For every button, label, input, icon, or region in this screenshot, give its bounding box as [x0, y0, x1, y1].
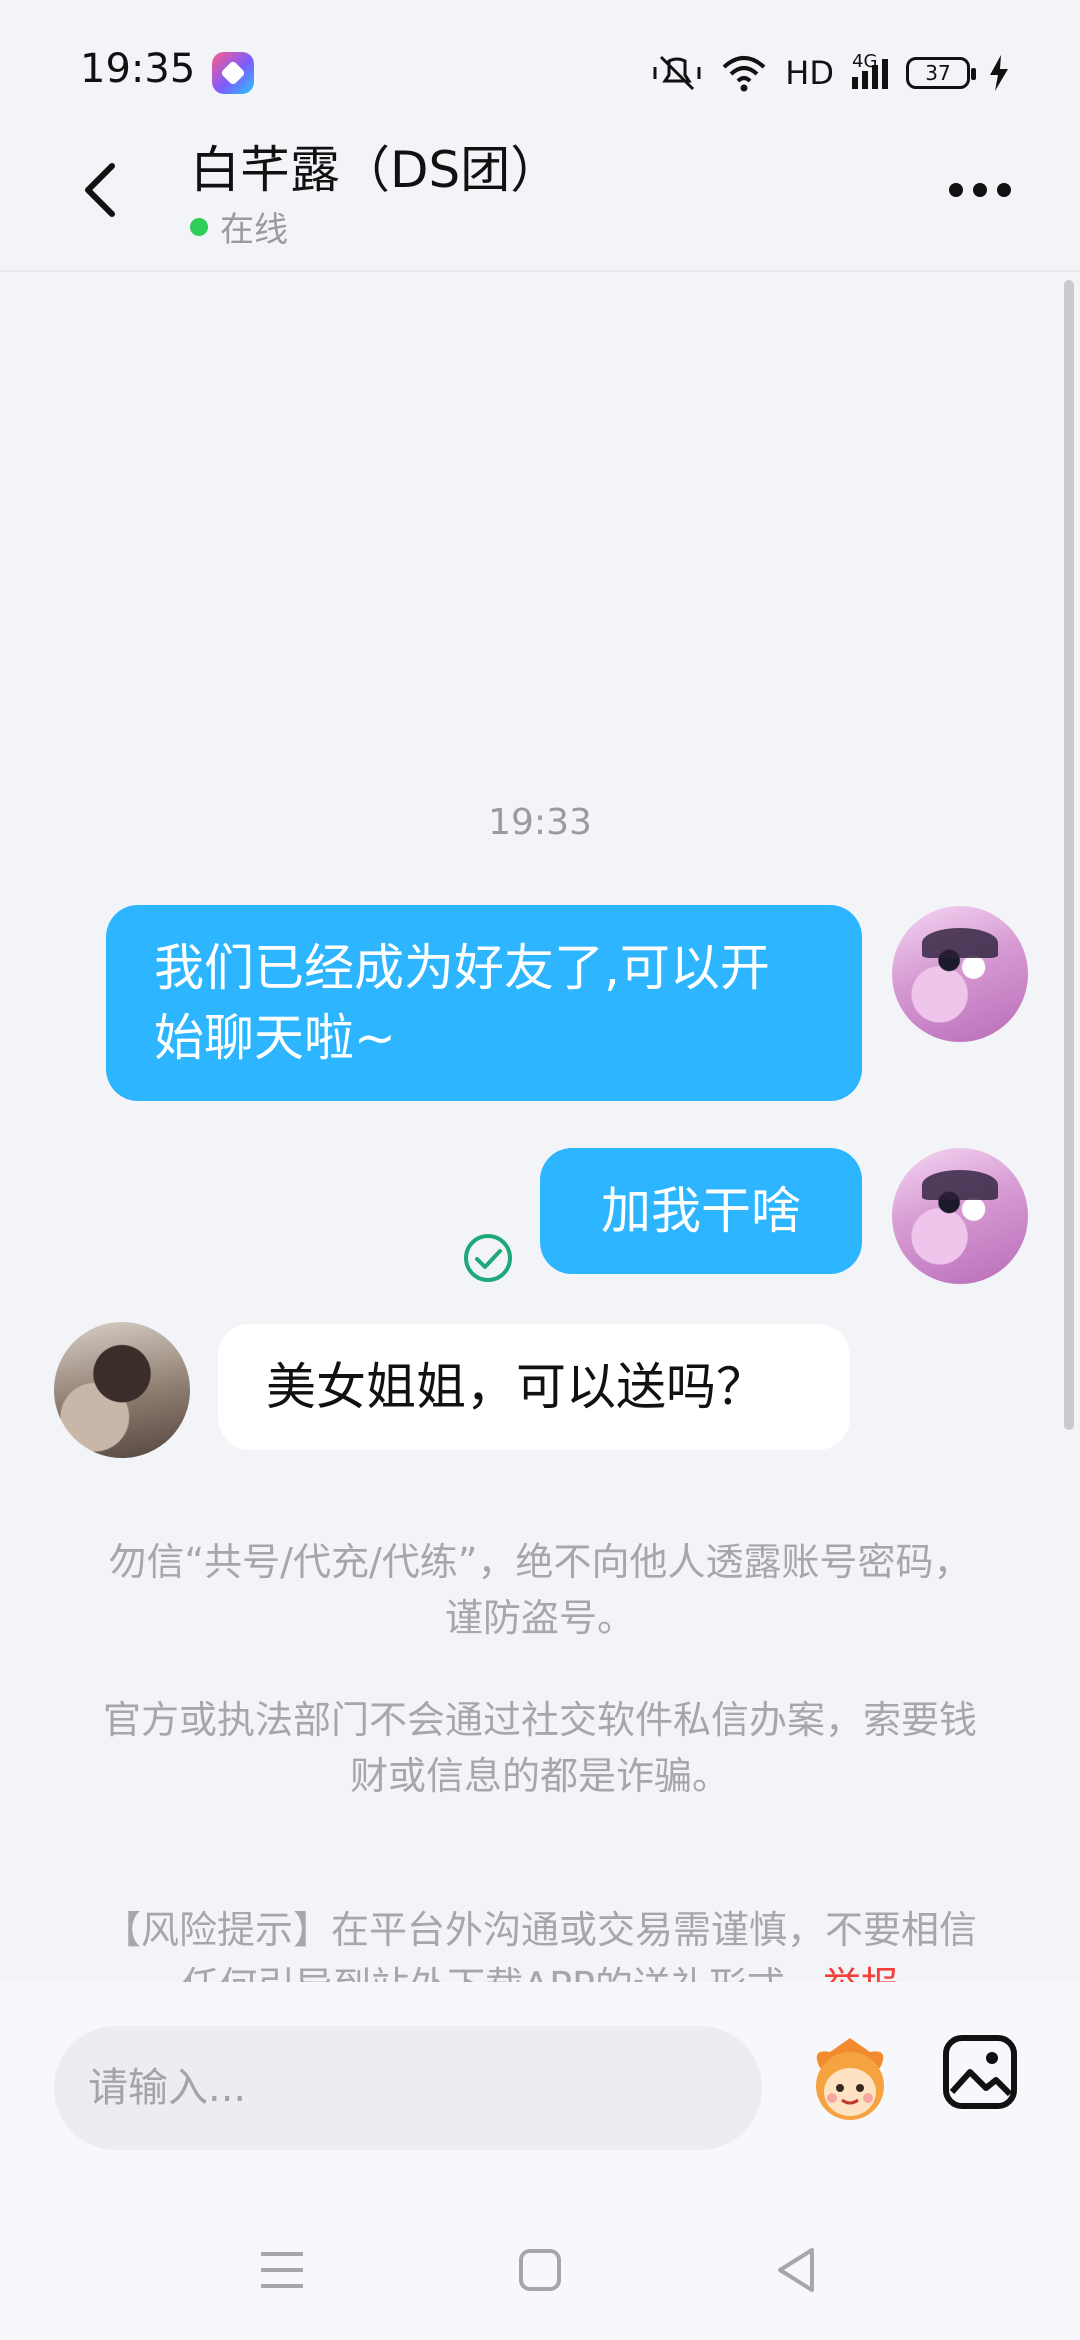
message-timestamp: 19:33	[488, 802, 592, 843]
contact-avatar[interactable]	[54, 1322, 190, 1458]
home-square-icon	[519, 2249, 561, 2291]
safety-notice: 勿信“共号/代充/代练”，绝不向他人透露账号密码，谨防盗号。	[108, 1540, 972, 1640]
signal-label: 4G	[852, 51, 878, 72]
scrollbar[interactable]	[1064, 280, 1074, 1430]
online-dot-icon	[190, 217, 208, 236]
network-label: HD	[785, 54, 834, 92]
menu-lines-icon	[261, 2252, 303, 2288]
mute-icon	[653, 55, 701, 91]
message-text: 加我干啥	[601, 1182, 801, 1240]
safety-notice: 官方或执法部门不会通过社交软件私信办案，索要钱财或信息的都是诈骗。	[102, 1698, 977, 1798]
report-link[interactable]: 举报	[823, 1964, 899, 1982]
wifi-icon	[722, 56, 766, 92]
battery-level: 37	[925, 61, 951, 85]
message-bubble-received[interactable]: 美女姐姐，可以送吗？	[218, 1324, 850, 1450]
chat-header: 白芊露（DS团） 在线	[0, 120, 1080, 270]
back-button[interactable]	[60, 150, 140, 230]
online-status-label: 在线	[220, 210, 288, 250]
message-input[interactable]	[54, 2026, 762, 2150]
my-avatar[interactable]	[892, 1148, 1028, 1284]
input-bar	[0, 1982, 1080, 2160]
charging-icon	[990, 55, 1008, 91]
status-time: 19:35	[80, 46, 196, 92]
back-arrow-icon	[85, 163, 115, 217]
system-nav-bar	[0, 2160, 1080, 2340]
more-dots-icon	[949, 183, 1011, 197]
image-picker-icon[interactable]	[942, 2034, 1018, 2110]
signal-icon: 4G	[852, 51, 888, 89]
read-receipt-icon	[464, 1234, 512, 1282]
message-list[interactable]: 19:33 我们已经成为好友了,可以开始聊天啦~ 加我干啥 美女姐姐，可以送吗？…	[0, 272, 1080, 1982]
message-text: 美女姐姐，可以送吗？	[266, 1358, 766, 1416]
status-indicators: HD 4G 37	[651, 50, 1010, 96]
more-options-button[interactable]	[940, 160, 1020, 220]
message-bubble-sent[interactable]: 我们已经成为好友了,可以开始聊天啦~	[106, 905, 862, 1101]
message-bubble-sent[interactable]: 加我干啥	[540, 1148, 862, 1274]
system-back-button[interactable]	[766, 2240, 826, 2300]
risk-notice: 【风险提示】在平台外沟通或交易需谨慎，不要相信任何引导到站外下载APP的送礼形式…	[100, 1902, 980, 1982]
back-triangle-icon	[778, 2248, 814, 2292]
home-button[interactable]	[510, 2240, 570, 2300]
battery-icon: 37	[906, 57, 976, 89]
sticker-mascot-icon[interactable]	[800, 2030, 900, 2130]
my-avatar[interactable]	[892, 906, 1028, 1042]
contact-name: 白芊露（DS团）	[190, 141, 561, 199]
app-notification-icon	[212, 52, 254, 94]
message-text: 我们已经成为好友了,可以开始聊天啦~	[154, 939, 770, 1067]
online-status: 在线	[190, 202, 288, 251]
recent-apps-button[interactable]	[252, 2240, 312, 2300]
